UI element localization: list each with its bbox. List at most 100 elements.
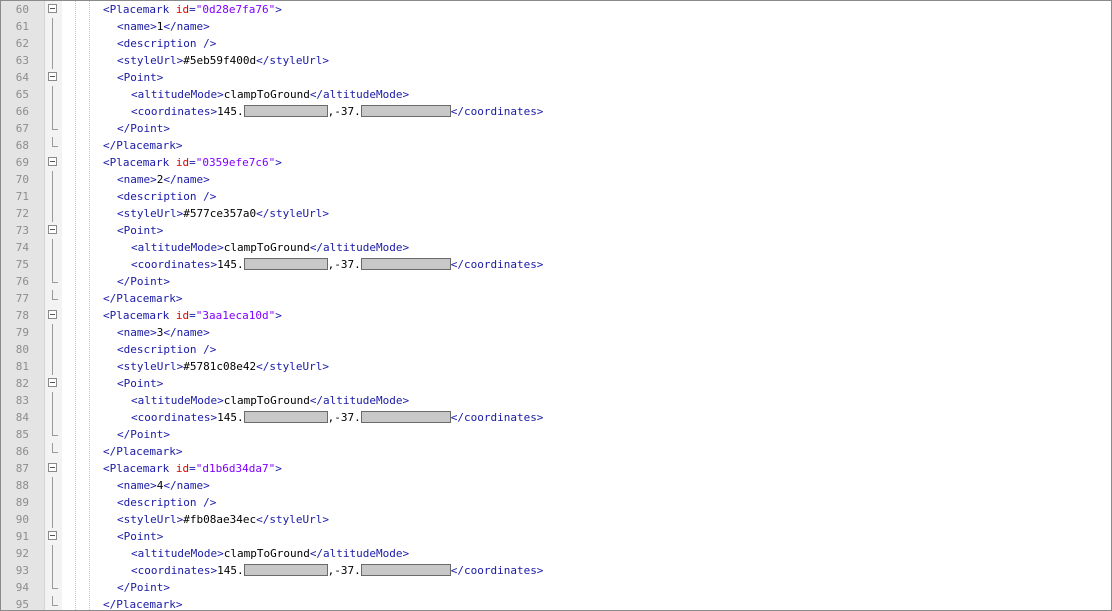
xml-text: 145. (217, 564, 244, 577)
code-line[interactable]: 72 <styleUrl>#577ce357a0</styleUrl> (1, 205, 1111, 222)
fold-toggle-icon[interactable] (48, 378, 57, 387)
line-number: 83 (15, 394, 29, 407)
fold-line (52, 52, 53, 69)
code-line[interactable]: 93 <coordinates>145. ,-37. </coordinates> (1, 562, 1111, 579)
code-line[interactable]: 92 <altitudeMode>clampToGround</altitudeM… (1, 545, 1111, 562)
code-text: </Placemark> (103, 290, 182, 307)
line-number: 70 (15, 173, 29, 186)
xml-tag: <description /> (117, 343, 217, 356)
xml-tag: > (275, 309, 282, 322)
code-text: </Point> (117, 579, 170, 596)
code-line[interactable]: 66 <coordinates>145. ,-37. </coordinates> (1, 103, 1111, 120)
xml-attribute: id (175, 3, 190, 16)
xml-tag: </Placemark> (103, 139, 183, 152)
code-line[interactable]: 85 </Point> (1, 426, 1111, 443)
code-line[interactable]: 67 </Point> (1, 120, 1111, 137)
code-line[interactable]: 79 <name>3</name> (1, 324, 1111, 341)
xml-tag: </altitudeMode> (309, 241, 410, 254)
code-text: </Point> (117, 273, 170, 290)
fold-toggle-icon[interactable] (48, 531, 57, 540)
code-line[interactable]: 81 <styleUrl>#5781c08e42</styleUrl> (1, 358, 1111, 375)
code-editor[interactable]: 60 <Placemark id="0d28e7fa76"> 61 <name>1</… (0, 0, 1112, 611)
code-text: </Placemark> (103, 443, 182, 460)
line-number: 63 (15, 54, 29, 67)
code-line[interactable]: 87 <Placemark id="d1b6d34da7"> (1, 460, 1111, 477)
code-line[interactable]: 94 </Point> (1, 579, 1111, 596)
code-line[interactable]: 60 <Placemark id="0d28e7fa76"> (1, 1, 1111, 18)
line-number: 92 (15, 547, 29, 560)
code-line[interactable]: 69 <Placemark id="0359efe7c6"> (1, 154, 1111, 171)
xml-text: ,-37. (327, 105, 361, 118)
code-line[interactable]: 82 <Point> (1, 375, 1111, 392)
xml-tag: </Placemark> (103, 292, 183, 305)
code-line[interactable]: 62 <description /> (1, 35, 1111, 52)
fold-toggle-icon[interactable] (48, 463, 57, 472)
code-line[interactable]: 71 <description /> (1, 188, 1111, 205)
fold-end-marker (52, 137, 58, 147)
line-number: 69 (15, 156, 29, 169)
code-line[interactable]: 70 <name>2</name> (1, 171, 1111, 188)
code-line[interactable]: 77 </Placemark> (1, 290, 1111, 307)
xml-tag: </coordinates> (450, 258, 544, 271)
fold-toggle-icon[interactable] (48, 157, 57, 166)
code-line[interactable]: 73 <Point> (1, 222, 1111, 239)
redaction-box (243, 258, 328, 270)
redaction-box (243, 564, 328, 576)
xml-tag: </Point> (117, 122, 170, 135)
xml-text: clampToGround (223, 88, 310, 101)
code-line[interactable]: 91 <Point> (1, 528, 1111, 545)
line-number: 90 (15, 513, 29, 526)
xml-tag: <styleUrl> (117, 54, 184, 67)
code-line[interactable]: 64 <Point> (1, 69, 1111, 86)
xml-tag: <Point> (117, 71, 164, 84)
fold-line (52, 256, 53, 273)
code-line[interactable]: 76 </Point> (1, 273, 1111, 290)
code-text: <name>4</name> (117, 477, 210, 494)
xml-attribute: id (175, 156, 190, 169)
xml-text: clampToGround (223, 547, 310, 560)
code-line[interactable]: 74 <altitudeMode>clampToGround</altitudeM… (1, 239, 1111, 256)
fold-end-marker (52, 290, 58, 300)
code-text: <styleUrl>#5781c08e42</styleUrl> (117, 358, 329, 375)
code-line[interactable]: 84 <coordinates>145. ,-37. </coordinates> (1, 409, 1111, 426)
code-line[interactable]: 78 <Placemark id="3aa1eca10d"> (1, 307, 1111, 324)
xml-text: ,-37. (327, 564, 361, 577)
fold-toggle-icon[interactable] (48, 225, 57, 234)
fold-toggle-icon[interactable] (48, 4, 57, 13)
xml-tag: <description /> (117, 496, 217, 509)
fold-line (52, 494, 53, 511)
code-line[interactable]: 83 <altitudeMode>clampToGround</altitudeM… (1, 392, 1111, 409)
code-line[interactable]: 89 <description /> (1, 494, 1111, 511)
fold-toggle-icon[interactable] (48, 310, 57, 319)
code-line[interactable]: 63 <styleUrl>#5eb59f400d</styleUrl> (1, 52, 1111, 69)
line-number: 79 (15, 326, 29, 339)
code-line[interactable]: 88 <name>4</name> (1, 477, 1111, 494)
xml-tag: <altitudeMode> (131, 547, 224, 560)
code-lines[interactable]: 60 <Placemark id="0d28e7fa76"> 61 <name>1</… (1, 1, 1111, 610)
code-text: <Placemark id="0d28e7fa76"> (103, 1, 282, 18)
code-text: <Placemark id="0359efe7c6"> (103, 154, 282, 171)
xml-tag: <description /> (117, 37, 217, 50)
xml-tag: = (189, 462, 196, 475)
xml-tag: </coordinates> (450, 411, 544, 424)
code-line[interactable]: 80 <description /> (1, 341, 1111, 358)
code-line[interactable]: 68 </Placemark> (1, 137, 1111, 154)
fold-toggle-icon[interactable] (48, 72, 57, 81)
xml-tag: </name> (163, 173, 210, 186)
redaction-box (360, 258, 451, 270)
xml-tag: <altitudeMode> (131, 88, 224, 101)
code-text: <coordinates>145. ,-37. </coordinates> (131, 256, 543, 273)
code-line[interactable]: 90 <styleUrl>#fb08ae34ec</styleUrl> (1, 511, 1111, 528)
xml-attribute-value: "3aa1eca10d" (195, 309, 276, 322)
fold-line (52, 86, 53, 103)
code-line[interactable]: 75 <coordinates>145. ,-37. </coordinates> (1, 256, 1111, 273)
code-text: <name>3</name> (117, 324, 210, 341)
fold-line (52, 511, 53, 528)
code-line[interactable]: 61 <name>1</name> (1, 18, 1111, 35)
fold-line (52, 341, 53, 358)
code-line[interactable]: 86 </Placemark> (1, 443, 1111, 460)
xml-tag: <name> (117, 479, 157, 492)
code-text: <Point> (117, 222, 163, 239)
code-line[interactable]: 65 <altitudeMode>clampToGround</altitudeM… (1, 86, 1111, 103)
code-line[interactable]: 95 </Placemark> (1, 596, 1111, 610)
